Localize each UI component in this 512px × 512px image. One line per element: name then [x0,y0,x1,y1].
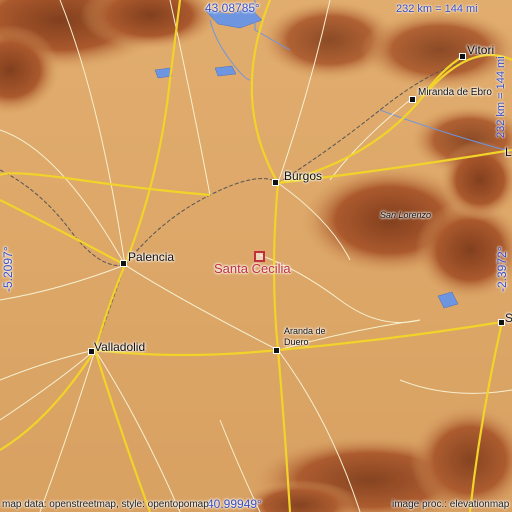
san-lorenzo-label[interactable]: San Lorenzo [380,211,431,220]
target-label[interactable]: Santa Cecilia [214,262,291,275]
credit-left: map data: openstreetmap, style: opentopo… [2,499,209,510]
valladolid-label[interactable]: Valladolid [94,341,145,353]
miranda-dot [409,96,416,103]
vitoria-label[interactable]: Vitori [467,44,494,56]
scale-horizontal-label: 232 km = 144 mi [396,3,478,15]
miranda-label[interactable]: Miranda de Ebro [418,88,492,98]
coord-right-label: -2.3972° [495,246,509,293]
aranda-label[interactable]: Aranda de Duero [284,326,326,348]
coord-bottom-label: 40.99949° [207,497,262,511]
soria-dot [498,319,505,326]
scale-vertical-label: 232 km = 144 mi [495,56,507,138]
burgos-dot [272,179,279,186]
credit-right: image proc.: elevationmap [392,499,510,510]
coord-top-label: 43.08785° [205,1,260,15]
topographic-map[interactable]: 43.08785° 40.99949° -5.2097° -2.3972° 23… [0,0,512,512]
burgos-label[interactable]: Burgos [284,170,322,182]
coord-left-label: -5.2097° [1,246,15,293]
aranda-dot [273,347,280,354]
vitoria-dot [459,53,466,60]
soria-edge-label: S [505,311,512,325]
right-edge-upper-label: L [505,145,512,159]
palencia-dot [120,260,127,267]
palencia-label[interactable]: Palencia [128,251,174,263]
